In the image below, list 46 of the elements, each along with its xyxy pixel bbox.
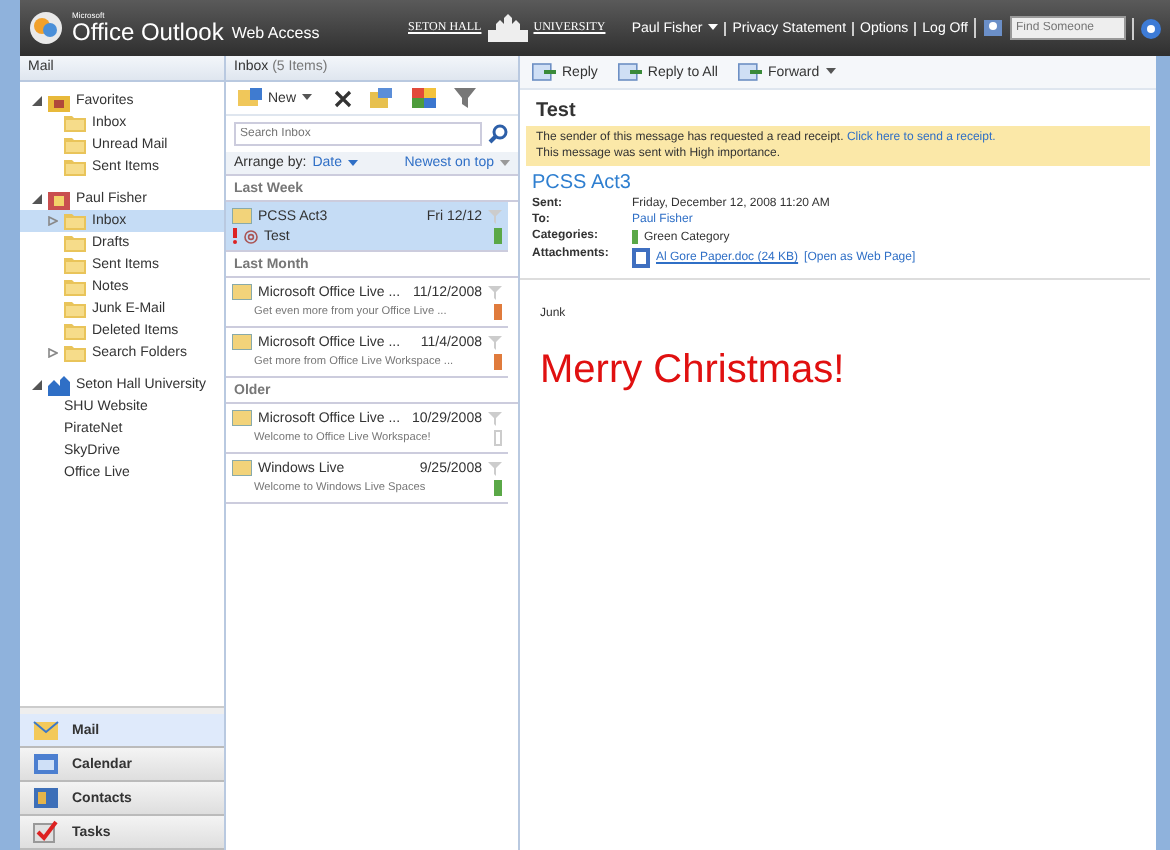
- folder-icon: [64, 322, 86, 340]
- caret-icon: [302, 94, 313, 102]
- envelope-icon: [232, 460, 252, 476]
- expand-arrow-icon[interactable]: [32, 96, 42, 106]
- group-icon: [48, 375, 70, 395]
- help-icon[interactable]: [1140, 17, 1162, 39]
- group-icon: [48, 189, 70, 209]
- folder-icon: [64, 234, 86, 252]
- checkmark-icon: [32, 820, 60, 844]
- folder-icon: [64, 212, 86, 230]
- caret-icon: [825, 68, 836, 76]
- building-icon: [485, 14, 530, 42]
- folder-icon: [64, 114, 86, 132]
- brand-title: Office Outlook: [72, 20, 224, 44]
- envelope-icon: [232, 410, 252, 426]
- message-subject: Test: [534, 98, 578, 126]
- envelope-icon: [232, 284, 252, 300]
- sender-name[interactable]: PCSS Act3: [520, 166, 1156, 198]
- contact-card-icon: [32, 786, 60, 810]
- envelope-icon: [232, 208, 252, 224]
- folder-icon: [64, 278, 86, 296]
- search-icon[interactable]: [488, 124, 508, 144]
- move-icon[interactable]: [370, 88, 395, 108]
- categories-icon[interactable]: [412, 88, 437, 108]
- filter-icon[interactable]: [454, 88, 477, 108]
- expand-arrow-icon[interactable]: [32, 380, 42, 390]
- greeting-text: Merry Christmas!: [540, 348, 847, 394]
- document-icon: [632, 248, 650, 268]
- category-marker: [494, 430, 502, 446]
- caret-icon[interactable]: [347, 159, 358, 167]
- expand-arrow-icon[interactable]: [32, 194, 42, 204]
- caret-icon[interactable]: [708, 24, 719, 32]
- delete-icon[interactable]: [334, 89, 353, 107]
- folder-icon: [64, 300, 86, 318]
- folder-icon: [64, 344, 86, 362]
- folder-icon: [64, 158, 86, 176]
- folder-icon: [64, 256, 86, 274]
- brand-suffix: Web Access: [231, 24, 320, 42]
- envelope-icon: [232, 334, 252, 350]
- logo-icon: [28, 10, 64, 46]
- new-mail-icon: [238, 88, 262, 108]
- envelope-icon: [32, 718, 60, 742]
- calendar-icon: [32, 752, 60, 776]
- folder-icon: [64, 136, 86, 154]
- expand-arrow-icon[interactable]: [48, 348, 58, 358]
- group-icon: [48, 91, 70, 111]
